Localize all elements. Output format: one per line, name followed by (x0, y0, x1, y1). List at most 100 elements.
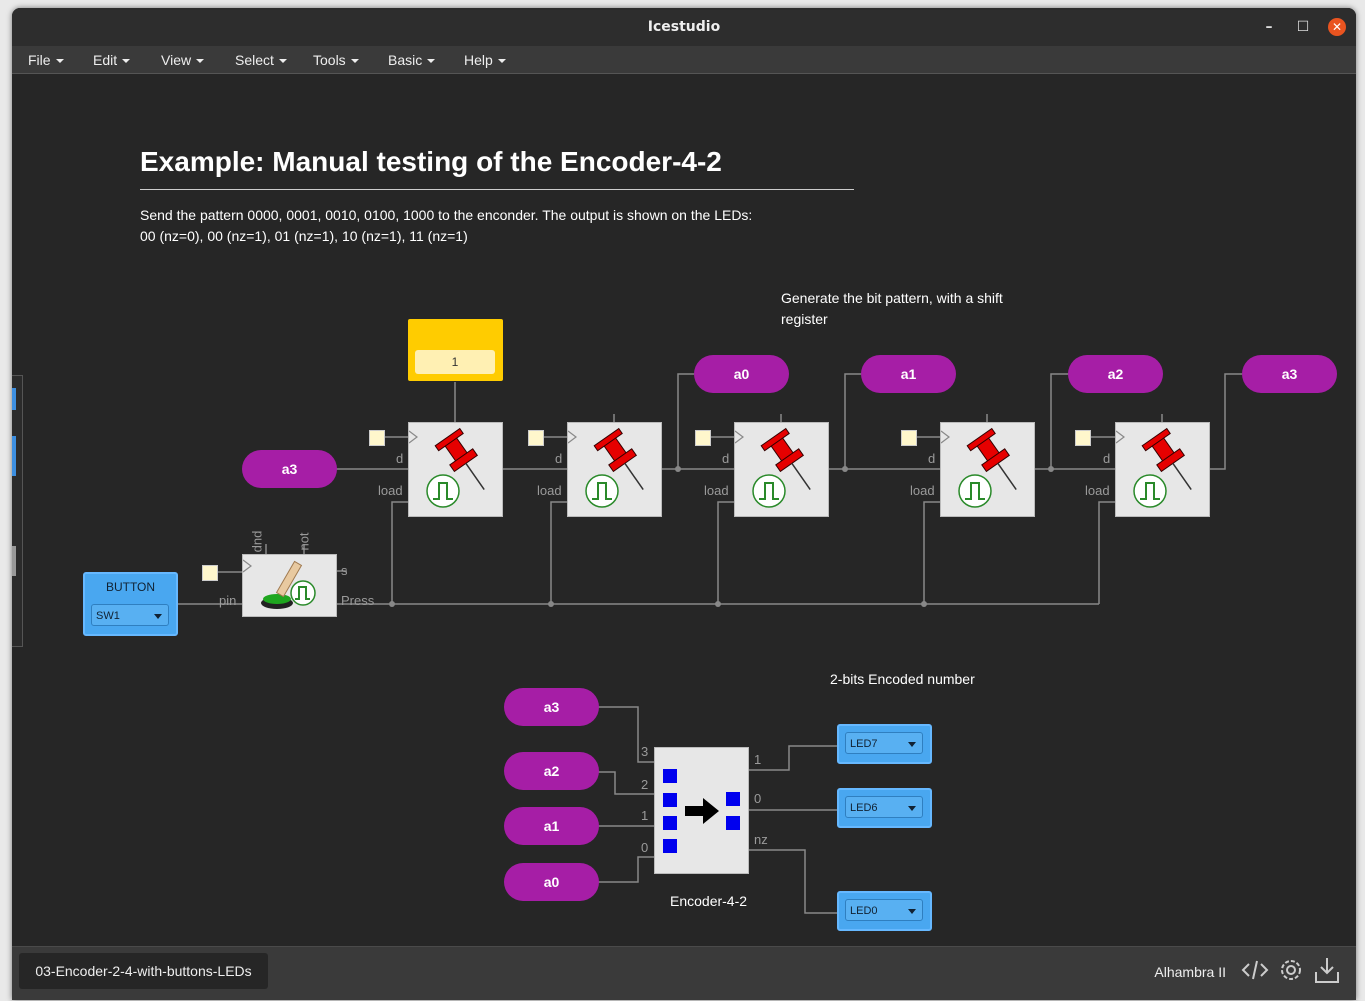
dock-indicator (12, 388, 16, 410)
download-icon[interactable] (1312, 955, 1342, 985)
menu-select[interactable]: Select (235, 52, 287, 68)
dock-indicator (12, 436, 16, 476)
dock-indicator (12, 546, 16, 576)
menu-bar: File Edit View Select Tools Basic Help (12, 46, 1356, 74)
register-block[interactable] (567, 422, 662, 517)
clock-input[interactable] (369, 430, 385, 446)
status-bar: 03-Encoder-2-4-with-buttons-LEDs Alhambr… (12, 946, 1356, 1000)
enc-port-2: 2 (641, 777, 649, 792)
board-name[interactable]: Alhambra II (1154, 964, 1226, 980)
register-block[interactable] (940, 422, 1035, 517)
clock-input[interactable] (695, 430, 711, 446)
clock-input[interactable] (528, 430, 544, 446)
menu-file[interactable]: File (28, 52, 64, 68)
button-block[interactable] (242, 554, 337, 617)
encoder-block[interactable] (654, 747, 749, 874)
port-load: load (378, 483, 403, 498)
port-pup: pup (251, 530, 267, 553)
caret-down-icon (427, 59, 436, 64)
caret-down-icon (196, 59, 205, 64)
enc-out-nz: nz (754, 832, 768, 847)
constant-value[interactable]: 1 (415, 350, 495, 374)
menu-edit[interactable]: Edit (93, 52, 131, 68)
label-a0-enc[interactable]: a0 (504, 863, 599, 901)
enc-out-1: 1 (754, 752, 762, 767)
enc-port-3: 3 (641, 744, 649, 759)
caret-down-icon (350, 59, 359, 64)
led0-output[interactable]: LED0 (837, 891, 932, 931)
led0-select[interactable]: LED0 (845, 899, 923, 921)
side-dock (12, 375, 23, 647)
register-block[interactable] (1115, 422, 1210, 517)
port-s: s (341, 563, 348, 578)
maximize-icon[interactable]: ☐ (1294, 18, 1312, 36)
button-input-title: BUTTON (105, 580, 156, 594)
led7-select[interactable]: LED7 (845, 732, 923, 754)
port-d: d (1103, 451, 1111, 466)
clock-input[interactable] (1075, 430, 1091, 446)
button-input-block[interactable]: BUTTON SW1 (83, 572, 178, 636)
shift-comment-line-1: Generate the bit pattern, with a shift (781, 290, 1003, 306)
caret-down-icon (55, 59, 64, 64)
chevron-down-icon (908, 742, 916, 747)
port-load: load (1085, 483, 1110, 498)
app-window: Icestudio – ☐ ✕ File Edit View Select To… (12, 8, 1356, 1000)
chevron-down-icon (908, 806, 916, 811)
menu-tools[interactable]: Tools (313, 52, 359, 68)
chevron-down-icon (908, 909, 916, 914)
label-a0[interactable]: a0 (694, 355, 789, 393)
clock-input[interactable] (901, 430, 917, 446)
button-icon (242, 559, 316, 609)
label-a3-enc[interactable]: a3 (504, 688, 599, 726)
file-tab[interactable]: 03-Encoder-2-4-with-buttons-LEDs (19, 953, 268, 989)
close-icon[interactable]: ✕ (1328, 18, 1346, 36)
pushpin-icon (734, 427, 811, 508)
menu-basic[interactable]: Basic (388, 52, 436, 68)
port-load: load (537, 483, 562, 498)
clock-input[interactable] (202, 565, 218, 581)
code-icon[interactable] (1240, 955, 1270, 985)
register-block[interactable] (734, 422, 829, 517)
led7-output[interactable]: LED7 (837, 724, 932, 764)
pin-select[interactable]: SW1 (91, 604, 169, 626)
enc-port-1: 1 (641, 808, 649, 823)
title-divider (140, 189, 854, 190)
label-a3[interactable]: a3 (1242, 355, 1337, 393)
encoder-name: Encoder-4-2 (670, 893, 748, 909)
label-a2-enc[interactable]: a2 (504, 752, 599, 790)
chevron-down-icon (154, 614, 162, 619)
enc-out-0: 0 (754, 791, 762, 806)
port-load: load (704, 483, 729, 498)
port-d: d (555, 451, 563, 466)
pushpin-icon (1115, 427, 1192, 508)
title-bar: Icestudio – ☐ ✕ (12, 8, 1356, 46)
window-title: Icestudio (647, 19, 721, 35)
settings-icon[interactable] (1276, 955, 1306, 985)
encoded-comment: 2-bits Encoded number (830, 671, 975, 687)
pushpin-icon (940, 427, 1017, 508)
menu-view[interactable]: View (161, 52, 205, 68)
label-a1-enc[interactable]: a1 (504, 807, 599, 845)
menu-help[interactable]: Help (464, 52, 506, 68)
port-d: d (722, 451, 730, 466)
caret-down-icon (122, 59, 131, 64)
minimize-icon[interactable]: – (1260, 18, 1278, 36)
design-canvas[interactable]: Example: Manual testing of the Encoder-4… (12, 74, 1356, 946)
port-not: not (296, 532, 312, 551)
arrow-icon (663, 769, 740, 853)
page-title: Example: Manual testing of the Encoder-4… (140, 146, 722, 177)
caret-down-icon (278, 59, 287, 64)
port-d: d (396, 451, 404, 466)
label-a3-input[interactable]: a3 (242, 450, 337, 488)
led6-output[interactable]: LED6 (837, 788, 932, 828)
label-a2[interactable]: a2 (1068, 355, 1163, 393)
description-line-1: Send the pattern 0000, 0001, 0010, 0100,… (140, 207, 753, 223)
label-a1[interactable]: a1 (861, 355, 956, 393)
pushpin-icon (567, 427, 644, 508)
register-block[interactable] (408, 422, 503, 517)
constant-block[interactable]: 1 (408, 319, 503, 381)
port-press: Press (341, 593, 375, 608)
description-line-2: 00 (nz=0), 00 (nz=1), 01 (nz=1), 10 (nz=… (140, 228, 468, 244)
led6-select[interactable]: LED6 (845, 796, 923, 818)
enc-port-0: 0 (641, 840, 649, 855)
